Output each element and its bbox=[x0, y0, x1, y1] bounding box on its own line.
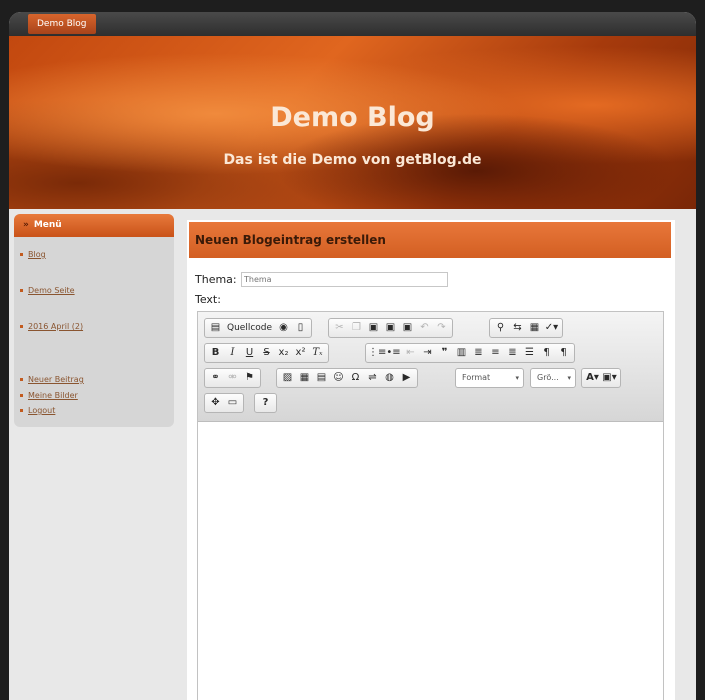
undo-icon[interactable]: ↶ bbox=[416, 319, 433, 337]
sidebar-header: » Menü bbox=[14, 214, 174, 237]
source-button[interactable]: Quellcode bbox=[224, 319, 275, 337]
replace-icon[interactable]: ⇆ bbox=[509, 319, 526, 337]
cut-icon[interactable]: ✂ bbox=[331, 319, 348, 337]
toolbar-group-about: ? bbox=[254, 393, 277, 413]
smiley-icon[interactable]: ☺ bbox=[330, 369, 347, 387]
redo-icon[interactable]: ↷ bbox=[433, 319, 450, 337]
paste-text-icon[interactable]: ▣ bbox=[382, 319, 399, 337]
dropdown-arrow-icon: ▾ bbox=[567, 374, 571, 382]
source-icon: ▤ bbox=[210, 322, 221, 333]
italic-icon[interactable]: I bbox=[224, 344, 241, 362]
rich-text-editor: ▤ Quellcode ◉ ▯ ✂ ❐ ▣ ▣ ▣ ↶ ↷ ⚲ ⇆ ▦ ✓▾ B… bbox=[197, 311, 664, 700]
help-icon[interactable]: ? bbox=[257, 394, 274, 412]
indent-icon[interactable]: ⇥ bbox=[419, 344, 436, 362]
div-container-icon[interactable]: ▥ bbox=[453, 344, 470, 362]
subscript-icon[interactable]: x₂ bbox=[275, 344, 292, 362]
table-icon[interactable]: ▦ bbox=[296, 369, 313, 387]
toolbar-group-colors: A▾ ▣▾ bbox=[581, 368, 621, 388]
blockquote-icon[interactable]: ❞ bbox=[436, 344, 453, 362]
site-subtitle: Das ist die Demo von getBlog.de bbox=[223, 152, 482, 168]
text-color-icon[interactable]: A▾ bbox=[584, 369, 601, 387]
bullet-icon bbox=[20, 394, 23, 397]
thema-input[interactable] bbox=[241, 272, 448, 287]
main-content: Neuen Blogeintrag erstellen Thema: Text:… bbox=[187, 220, 675, 700]
save-icon[interactable]: ◉ bbox=[275, 319, 292, 337]
underline-icon[interactable]: U bbox=[241, 344, 258, 362]
sidebar-title: Menü bbox=[33, 220, 62, 230]
strikethrough-icon[interactable]: S bbox=[258, 344, 275, 362]
bullet-icon bbox=[20, 409, 23, 412]
format-dropdown[interactable]: Format ▾ bbox=[455, 368, 524, 388]
rtl-icon[interactable]: ¶ bbox=[555, 344, 572, 362]
new-page-icon[interactable]: ▯ bbox=[292, 319, 309, 337]
page-title: Neuen Blogeintrag erstellen bbox=[189, 222, 671, 258]
maximize-icon[interactable]: ✥ bbox=[207, 394, 224, 412]
youtube-icon[interactable]: ▶ bbox=[398, 369, 415, 387]
background-color-icon[interactable]: ▣▾ bbox=[601, 369, 618, 387]
paste-word-icon[interactable]: ▣ bbox=[399, 319, 416, 337]
toolbar-group-links: ⚭ ⚮ ⚑ bbox=[204, 368, 261, 388]
superscript-icon[interactable]: x² bbox=[292, 344, 309, 362]
special-char-icon[interactable]: Ω bbox=[347, 369, 364, 387]
page-frame: Demo Blog Demo Blog Das ist die Demo von… bbox=[9, 12, 696, 700]
align-center-icon[interactable]: ≡ bbox=[487, 344, 504, 362]
bullet-icon bbox=[20, 325, 23, 328]
toolbar-group-editing: ⚲ ⇆ ▦ ✓▾ bbox=[489, 318, 563, 338]
sidebar-item-blog[interactable]: Blog bbox=[20, 250, 46, 259]
align-right-icon[interactable]: ≣ bbox=[504, 344, 521, 362]
select-all-icon[interactable]: ▦ bbox=[526, 319, 543, 337]
paste-icon[interactable]: ▣ bbox=[365, 319, 382, 337]
remove-format-icon[interactable]: Tₓ bbox=[309, 344, 326, 362]
justify-icon[interactable]: ☰ bbox=[521, 344, 538, 362]
spellcheck-icon[interactable]: ✓▾ bbox=[543, 319, 560, 337]
anchor-flag-icon[interactable]: ⚑ bbox=[241, 369, 258, 387]
link-icon[interactable]: ⚭ bbox=[207, 369, 224, 387]
toolbar-group-document: ▤ Quellcode ◉ ▯ bbox=[204, 318, 313, 338]
dropdown-arrow-icon: ▾ bbox=[515, 374, 519, 382]
ltr-icon[interactable]: ¶ bbox=[538, 344, 555, 362]
image-icon[interactable]: ▨ bbox=[279, 369, 296, 387]
bullet-icon bbox=[20, 289, 23, 292]
numbered-list-icon[interactable]: ⋮≡ bbox=[368, 344, 386, 362]
thema-label: Thema: bbox=[195, 273, 237, 286]
sidebar-item-demo-seite[interactable]: Demo Seite bbox=[20, 286, 75, 295]
double-chevron-icon: » bbox=[23, 220, 29, 230]
unlink-icon[interactable]: ⚮ bbox=[224, 369, 241, 387]
sidebar-item-my-images[interactable]: Meine Bilder bbox=[20, 391, 78, 400]
editor-toolbar: ▤ Quellcode ◉ ▯ ✂ ❐ ▣ ▣ ▣ ↶ ↷ ⚲ ⇆ ▦ ✓▾ B… bbox=[198, 312, 663, 422]
bold-icon[interactable]: B bbox=[207, 344, 224, 362]
copy-icon[interactable]: ❐ bbox=[348, 319, 365, 337]
toolbar-group-clipboard: ✂ ❐ ▣ ▣ ▣ ↶ ↷ bbox=[328, 318, 453, 338]
toolbar-group-insert: ▨ ▦ ▤ ☺ Ω ⇌ ◍ ▶ bbox=[276, 368, 418, 388]
show-blocks-icon[interactable]: ▭ bbox=[224, 394, 241, 412]
site-title: Demo Blog bbox=[270, 102, 435, 133]
top-navbar: Demo Blog bbox=[9, 12, 696, 36]
font-size-dropdown[interactable]: Grö... ▾ bbox=[530, 368, 576, 388]
toolbar-group-tools: ✥ ▭ bbox=[204, 393, 244, 413]
sidebar-item-logout[interactable]: Logout bbox=[20, 406, 55, 415]
outdent-icon[interactable]: ⇤ bbox=[402, 344, 419, 362]
toolbar-group-paragraph: ⋮≡ •≡ ⇤ ⇥ ❞ ▥ ≣ ≡ ≣ ☰ ¶ ¶ bbox=[365, 343, 575, 363]
tab-demo-blog[interactable]: Demo Blog bbox=[28, 14, 96, 34]
sidebar-item-archive[interactable]: 2016 April (2) bbox=[20, 322, 83, 331]
bullet-icon bbox=[20, 253, 23, 256]
sidebar-menu: » Menü Blog Demo Seite 2016 April (2) Neu… bbox=[14, 214, 174, 427]
horizontal-line-icon[interactable]: ▤ bbox=[313, 369, 330, 387]
page-break-icon[interactable]: ⇌ bbox=[364, 369, 381, 387]
iframe-icon[interactable]: ◍ bbox=[381, 369, 398, 387]
header-banner: Demo Blog Das ist die Demo von getBlog.d… bbox=[9, 36, 696, 209]
align-left-icon[interactable]: ≣ bbox=[470, 344, 487, 362]
bullet-icon bbox=[20, 378, 23, 381]
text-label: Text: bbox=[195, 293, 221, 306]
editor-text-area[interactable] bbox=[198, 423, 663, 700]
bulleted-list-icon[interactable]: •≡ bbox=[385, 344, 402, 362]
sidebar-item-new-post[interactable]: Neuer Beitrag bbox=[20, 375, 84, 384]
find-icon[interactable]: ⚲ bbox=[492, 319, 509, 337]
toolbar-group-basicstyles: B I U S x₂ x² Tₓ bbox=[204, 343, 329, 363]
